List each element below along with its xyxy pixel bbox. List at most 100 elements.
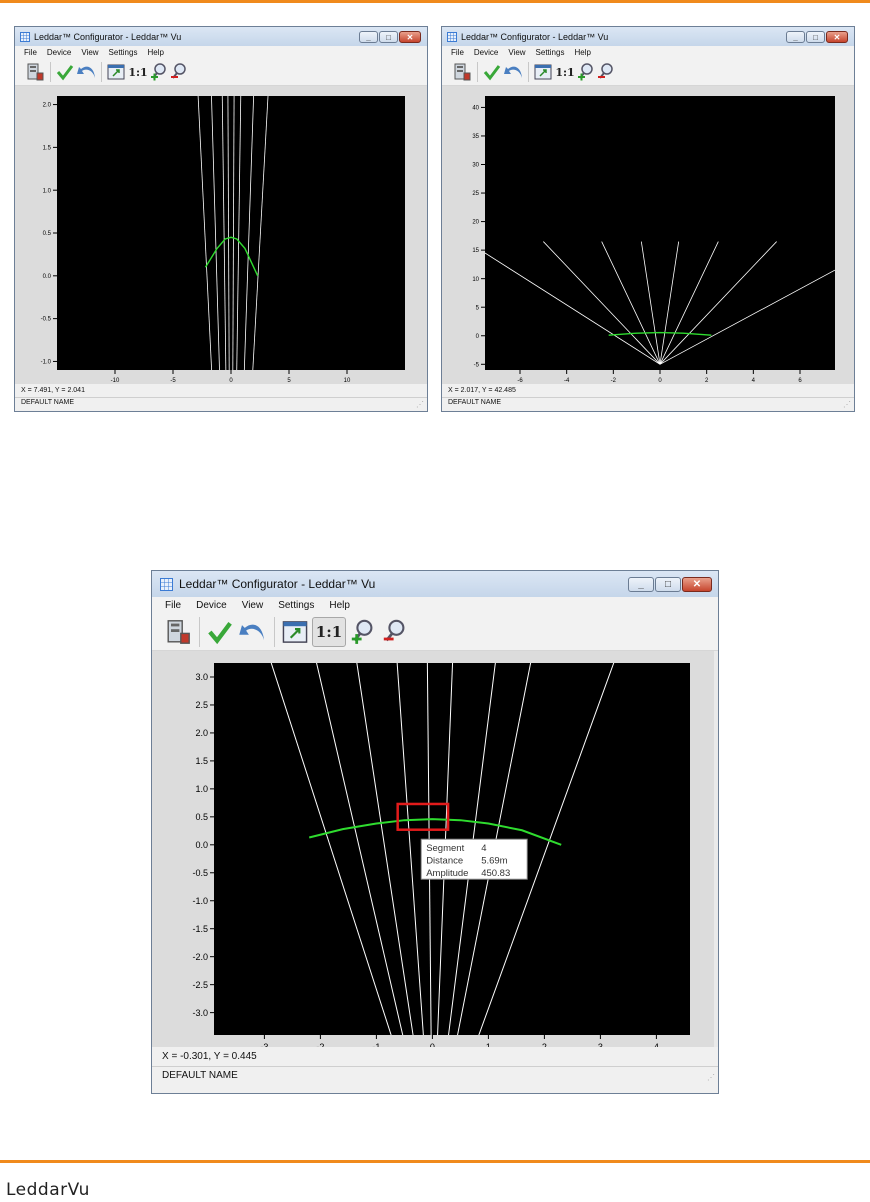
y-tick-label: -5 xyxy=(474,362,480,368)
tooltip-label: Amplitude xyxy=(426,868,468,879)
undo-button[interactable] xyxy=(76,60,98,84)
tooltip-value: 5.69m xyxy=(481,856,507,867)
y-tick-label: 0.5 xyxy=(43,231,52,237)
y-tick-label: 2.0 xyxy=(195,728,208,738)
tooltip-label: Segment xyxy=(426,843,464,854)
maximize-button[interactable]: □ xyxy=(806,31,825,43)
undo-button[interactable] xyxy=(503,60,525,84)
menu-help[interactable]: Help xyxy=(329,600,350,611)
toolbar: 1:1 xyxy=(15,59,427,86)
plot-area: -10 -5 0 5 10 -1.0 -0.5 0.0 0.5 1.0 1.5 2.0 xyxy=(15,86,427,384)
undo-arrow-icon xyxy=(77,66,95,78)
close-button[interactable]: ✕ xyxy=(682,577,712,592)
resize-grip[interactable]: ⋰ xyxy=(707,1073,715,1082)
menu-settings[interactable]: Settings xyxy=(278,600,314,611)
zoom-out-button[interactable] xyxy=(169,60,189,84)
plot-area: -3 -2 -1 0 1 2 3 4 -3.0 -2.5 -2.0 -1.5 -1.0 -0.5 0.0 0.… xyxy=(152,651,718,1047)
menu-view[interactable]: View xyxy=(81,48,98,57)
toolbar: 1:1 xyxy=(442,59,854,86)
y-tick-label: 40 xyxy=(472,106,479,112)
top-rule xyxy=(0,0,870,3)
menu-file[interactable]: File xyxy=(165,600,181,611)
close-button[interactable]: ✕ xyxy=(826,31,848,43)
checkmark-icon xyxy=(56,65,74,81)
toolbar: 1:1 xyxy=(152,614,718,651)
menu-view[interactable]: View xyxy=(508,48,525,57)
menu-device[interactable]: Device xyxy=(196,600,227,611)
fit-view-button[interactable] xyxy=(280,616,310,648)
y-tick-label: 15 xyxy=(472,248,479,254)
zoom-1-1-button[interactable]: 1:1 xyxy=(127,61,149,83)
fit-view-icon xyxy=(282,621,308,643)
undo-button[interactable] xyxy=(237,616,269,648)
fit-view-button[interactable] xyxy=(105,60,127,84)
minimize-button[interactable]: _ xyxy=(786,31,805,43)
device-connect-button[interactable] xyxy=(450,60,474,84)
title-bar[interactable]: Leddar™ Configurator - Leddar™ Vu _ □ ✕ xyxy=(15,27,427,46)
undo-arrow-icon xyxy=(504,66,522,78)
bottom-rule xyxy=(0,1160,870,1163)
title-bar[interactable]: Leddar™ Configurator - Leddar™ Vu _ □ ✕ xyxy=(152,571,718,597)
apply-button[interactable] xyxy=(54,60,76,84)
zoom-out-button[interactable] xyxy=(596,60,616,84)
tooltip-value: 4 xyxy=(481,843,486,854)
menu-device[interactable]: Device xyxy=(474,48,498,57)
y-tick-label: -0.5 xyxy=(41,317,52,323)
plot-background xyxy=(57,96,405,370)
zoom-in-button[interactable] xyxy=(576,60,596,84)
menu-bar: File Device View Settings Help xyxy=(152,597,718,614)
segment-plot[interactable]: -6 -4 -2 0 2 4 6-50510152025303540 xyxy=(442,86,854,384)
status-bar: X = -0.301, Y = 0.445 DEFAULT NAME ⋰ xyxy=(152,1047,718,1093)
menu-file[interactable]: File xyxy=(24,48,37,57)
zoom-in-icon xyxy=(351,619,373,644)
menu-bar: File Device View Settings Help xyxy=(15,46,427,59)
segment-plot[interactable]: -3 -2 -1 0 1 2 3 4-3.0-2.5-2.0-1.5-1.0-0.50.00.… xyxy=(152,651,718,1047)
segment-tooltip: Segment 4 Distance 5.69m Amplitude 450.83 xyxy=(420,838,528,880)
device-connect-button[interactable] xyxy=(23,60,47,84)
zoom-1-1-button[interactable]: 1:1 xyxy=(312,617,346,647)
menu-file[interactable]: File xyxy=(451,48,464,57)
title-bar[interactable]: Leddar™ Configurator - Leddar™ Vu _ □ ✕ xyxy=(442,27,854,46)
window-title: Leddar™ Configurator - Leddar™ Vu xyxy=(34,31,182,42)
y-tick-label: 2.0 xyxy=(43,103,52,109)
close-button[interactable]: ✕ xyxy=(399,31,421,43)
apply-button[interactable] xyxy=(481,60,503,84)
menu-view[interactable]: View xyxy=(242,600,264,611)
fit-view-button[interactable] xyxy=(532,60,554,84)
grid-app-icon xyxy=(447,31,457,42)
menu-device[interactable]: Device xyxy=(47,48,71,57)
device-connect-button[interactable] xyxy=(162,616,194,648)
device-name: DEFAULT NAME xyxy=(448,399,502,406)
maximize-button[interactable]: □ xyxy=(379,31,398,43)
minimize-button[interactable]: _ xyxy=(359,31,378,43)
menu-settings[interactable]: Settings xyxy=(109,48,138,57)
menu-help[interactable]: Help xyxy=(147,48,163,57)
apply-button[interactable] xyxy=(205,616,235,648)
zoom-out-button[interactable] xyxy=(380,616,410,648)
y-tick-label: 0.0 xyxy=(43,274,52,280)
plot-area: -6 -4 -2 0 2 4 6 -5 0 5 10 15 20 25 30 35 40 xyxy=(442,86,854,384)
device-name: DEFAULT NAME xyxy=(21,399,75,406)
y-tick-label: 10 xyxy=(472,277,479,283)
fit-view-icon xyxy=(107,64,125,80)
cursor-coordinates: X = 2.017, Y = 42.485 xyxy=(448,387,516,394)
y-tick-label: -1.0 xyxy=(192,896,208,906)
y-tick-label: 0.0 xyxy=(195,840,208,850)
footer-logo: LeddarVu xyxy=(6,1180,90,1200)
y-tick-label: 0.5 xyxy=(195,812,208,822)
y-tick-label: -2.0 xyxy=(192,952,208,962)
cursor-coordinates: X = 7.491, Y = 2.041 xyxy=(21,387,85,394)
checkmark-icon xyxy=(483,65,501,81)
zoom-1-1-button[interactable]: 1:1 xyxy=(554,61,576,83)
resize-grip[interactable]: ⋰ xyxy=(843,400,851,409)
minimize-button[interactable]: _ xyxy=(628,577,654,592)
window-title: Leddar™ Configurator - Leddar™ Vu xyxy=(461,31,609,42)
menu-help[interactable]: Help xyxy=(574,48,590,57)
menu-settings[interactable]: Settings xyxy=(536,48,565,57)
zoom-in-button[interactable] xyxy=(149,60,169,84)
segment-plot[interactable]: -10 -5 0 5 10-1.0-0.50.00.51.01.52.0 xyxy=(15,86,427,384)
maximize-button[interactable]: □ xyxy=(655,577,681,592)
resize-grip[interactable]: ⋰ xyxy=(416,400,424,409)
zoom-in-button[interactable] xyxy=(348,616,378,648)
y-tick-label: 0 xyxy=(476,334,480,340)
